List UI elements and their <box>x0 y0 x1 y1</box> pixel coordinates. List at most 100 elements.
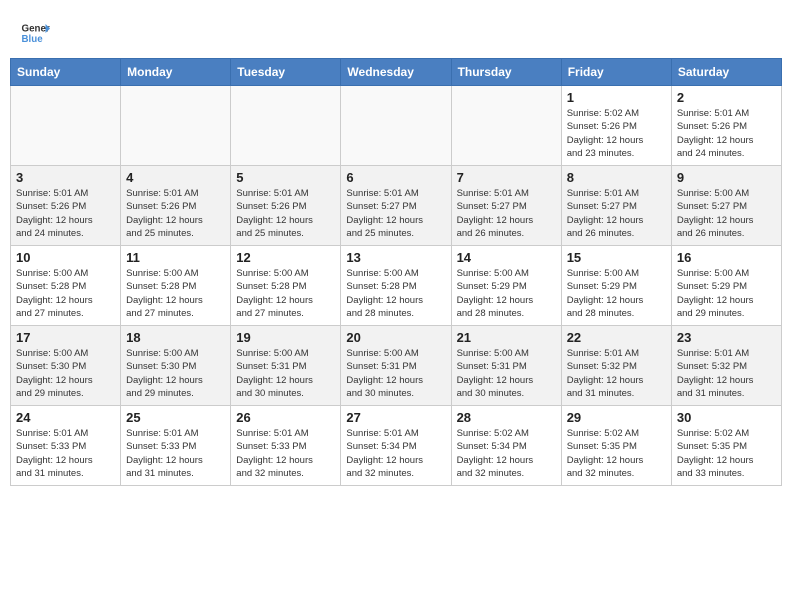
day-detail: Sunrise: 5:01 AM Sunset: 5:32 PM Dayligh… <box>567 347 666 400</box>
day-number: 3 <box>16 170 115 185</box>
weekday-header-thursday: Thursday <box>451 59 561 86</box>
day-number: 22 <box>567 330 666 345</box>
calendar-cell: 8 Sunrise: 5:01 AM Sunset: 5:27 PM Daylig… <box>561 166 671 246</box>
calendar-cell: 4Sunrise: 5:01 AM Sunset: 5:26 PM Daylig… <box>121 166 231 246</box>
day-detail: Sunrise: 5:00 AM Sunset: 5:28 PM Dayligh… <box>346 267 445 320</box>
calendar-cell: 19 Sunrise: 5:00 AM Sunset: 5:31 PM Dayli… <box>231 326 341 406</box>
calendar-cell: 20 Sunrise: 5:00 AM Sunset: 5:31 PM Dayli… <box>341 326 451 406</box>
day-detail: Sunrise: 5:00 AM Sunset: 5:30 PM Dayligh… <box>126 347 225 400</box>
calendar-cell: 28Sunrise: 5:02 AM Sunset: 5:34 PM Dayli… <box>451 406 561 486</box>
day-detail: Sunrise: 5:01 AM Sunset: 5:32 PM Dayligh… <box>677 347 776 400</box>
calendar-cell <box>121 86 231 166</box>
day-number: 2 <box>677 90 776 105</box>
calendar-cell: 14 Sunrise: 5:00 AM Sunset: 5:29 PM Dayli… <box>451 246 561 326</box>
day-detail: Sunrise: 5:01 AM Sunset: 5:26 PM Dayligh… <box>236 187 335 240</box>
day-number: 30 <box>677 410 776 425</box>
day-detail: Sunrise: 5:01 AM Sunset: 5:27 PM Dayligh… <box>567 187 666 240</box>
day-number: 14 <box>457 250 556 265</box>
calendar-cell: 23 Sunrise: 5:01 AM Sunset: 5:32 PM Dayli… <box>671 326 781 406</box>
day-number: 11 <box>126 250 225 265</box>
day-detail: Sunrise: 5:00 AM Sunset: 5:29 PM Dayligh… <box>677 267 776 320</box>
day-number: 19 <box>236 330 335 345</box>
weekday-header-tuesday: Tuesday <box>231 59 341 86</box>
day-number: 23 <box>677 330 776 345</box>
day-detail: Sunrise: 5:00 AM Sunset: 5:29 PM Dayligh… <box>567 267 666 320</box>
calendar-cell: 5Sunrise: 5:01 AM Sunset: 5:26 PM Daylig… <box>231 166 341 246</box>
day-number: 9 <box>677 170 776 185</box>
calendar-table: SundayMondayTuesdayWednesdayThursdayFrid… <box>10 58 782 486</box>
day-number: 26 <box>236 410 335 425</box>
calendar-cell: 6 Sunrise: 5:01 AM Sunset: 5:27 PM Daylig… <box>341 166 451 246</box>
day-number: 25 <box>126 410 225 425</box>
day-detail: Sunrise: 5:01 AM Sunset: 5:26 PM Dayligh… <box>126 187 225 240</box>
calendar-cell: 25Sunrise: 5:01 AM Sunset: 5:33 PM Dayli… <box>121 406 231 486</box>
calendar-cell: 27 Sunrise: 5:01 AM Sunset: 5:34 PM Dayli… <box>341 406 451 486</box>
day-number: 17 <box>16 330 115 345</box>
calendar-cell <box>11 86 121 166</box>
weekday-header-sunday: Sunday <box>11 59 121 86</box>
day-number: 12 <box>236 250 335 265</box>
calendar-week-4: 24 Sunrise: 5:01 AM Sunset: 5:33 PM Dayli… <box>11 406 782 486</box>
calendar-cell: 1 Sunrise: 5:02 AM Sunset: 5:26 PM Daylig… <box>561 86 671 166</box>
day-detail: Sunrise: 5:01 AM Sunset: 5:33 PM Dayligh… <box>16 427 115 480</box>
day-number: 6 <box>346 170 445 185</box>
day-detail: Sunrise: 5:01 AM Sunset: 5:34 PM Dayligh… <box>346 427 445 480</box>
calendar-cell: 30 Sunrise: 5:02 AM Sunset: 5:35 PM Dayli… <box>671 406 781 486</box>
day-detail: Sunrise: 5:01 AM Sunset: 5:27 PM Dayligh… <box>346 187 445 240</box>
calendar-week-0: 1 Sunrise: 5:02 AM Sunset: 5:26 PM Daylig… <box>11 86 782 166</box>
calendar-cell: 15 Sunrise: 5:00 AM Sunset: 5:29 PM Dayli… <box>561 246 671 326</box>
calendar-cell: 29Sunrise: 5:02 AM Sunset: 5:35 PM Dayli… <box>561 406 671 486</box>
calendar-cell: 24 Sunrise: 5:01 AM Sunset: 5:33 PM Dayli… <box>11 406 121 486</box>
weekday-header-friday: Friday <box>561 59 671 86</box>
day-detail: Sunrise: 5:02 AM Sunset: 5:35 PM Dayligh… <box>567 427 666 480</box>
day-number: 8 <box>567 170 666 185</box>
calendar-week-3: 17 Sunrise: 5:00 AM Sunset: 5:30 PM Dayli… <box>11 326 782 406</box>
day-detail: Sunrise: 5:00 AM Sunset: 5:28 PM Dayligh… <box>236 267 335 320</box>
day-number: 7 <box>457 170 556 185</box>
day-detail: Sunrise: 5:00 AM Sunset: 5:31 PM Dayligh… <box>346 347 445 400</box>
day-number: 15 <box>567 250 666 265</box>
day-detail: Sunrise: 5:00 AM Sunset: 5:28 PM Dayligh… <box>126 267 225 320</box>
day-detail: Sunrise: 5:00 AM Sunset: 5:31 PM Dayligh… <box>457 347 556 400</box>
day-detail: Sunrise: 5:00 AM Sunset: 5:27 PM Dayligh… <box>677 187 776 240</box>
calendar-cell: 18 Sunrise: 5:00 AM Sunset: 5:30 PM Dayli… <box>121 326 231 406</box>
day-number: 28 <box>457 410 556 425</box>
day-number: 1 <box>567 90 666 105</box>
calendar-cell: 22 Sunrise: 5:01 AM Sunset: 5:32 PM Dayli… <box>561 326 671 406</box>
day-number: 18 <box>126 330 225 345</box>
weekday-header-wednesday: Wednesday <box>341 59 451 86</box>
day-number: 24 <box>16 410 115 425</box>
calendar-cell: 3Sunrise: 5:01 AM Sunset: 5:26 PM Daylig… <box>11 166 121 246</box>
day-detail: Sunrise: 5:00 AM Sunset: 5:31 PM Dayligh… <box>236 347 335 400</box>
calendar-cell: 9 Sunrise: 5:00 AM Sunset: 5:27 PM Daylig… <box>671 166 781 246</box>
day-number: 27 <box>346 410 445 425</box>
day-number: 13 <box>346 250 445 265</box>
day-detail: Sunrise: 5:00 AM Sunset: 5:28 PM Dayligh… <box>16 267 115 320</box>
calendar-cell: 11 Sunrise: 5:00 AM Sunset: 5:28 PM Dayli… <box>121 246 231 326</box>
day-detail: Sunrise: 5:00 AM Sunset: 5:30 PM Dayligh… <box>16 347 115 400</box>
calendar-cell <box>231 86 341 166</box>
day-number: 20 <box>346 330 445 345</box>
day-detail: Sunrise: 5:01 AM Sunset: 5:27 PM Dayligh… <box>457 187 556 240</box>
day-number: 21 <box>457 330 556 345</box>
calendar-cell: 13 Sunrise: 5:00 AM Sunset: 5:28 PM Dayli… <box>341 246 451 326</box>
calendar-cell: 10 Sunrise: 5:00 AM Sunset: 5:28 PM Dayli… <box>11 246 121 326</box>
calendar-header-row: SundayMondayTuesdayWednesdayThursdayFrid… <box>11 59 782 86</box>
calendar-cell: 21 Sunrise: 5:00 AM Sunset: 5:31 PM Dayli… <box>451 326 561 406</box>
calendar-week-1: 3 Sunrise: 5:01 AM Sunset: 5:26 PM Daylig… <box>11 166 782 246</box>
calendar-cell: 2 Sunrise: 5:01 AM Sunset: 5:26 PM Daylig… <box>671 86 781 166</box>
calendar-week-2: 10 Sunrise: 5:00 AM Sunset: 5:28 PM Dayli… <box>11 246 782 326</box>
day-detail: Sunrise: 5:02 AM Sunset: 5:26 PM Dayligh… <box>567 107 666 160</box>
calendar-cell: 17 Sunrise: 5:00 AM Sunset: 5:30 PM Dayli… <box>11 326 121 406</box>
weekday-header-monday: Monday <box>121 59 231 86</box>
calendar-cell: 7 Sunrise: 5:01 AM Sunset: 5:27 PM Daylig… <box>451 166 561 246</box>
day-detail: Sunrise: 5:00 AM Sunset: 5:29 PM Dayligh… <box>457 267 556 320</box>
page-header: General Blue <box>10 10 782 52</box>
day-number: 10 <box>16 250 115 265</box>
day-detail: Sunrise: 5:01 AM Sunset: 5:26 PM Dayligh… <box>677 107 776 160</box>
calendar-cell <box>341 86 451 166</box>
svg-text:Blue: Blue <box>22 34 44 45</box>
day-number: 16 <box>677 250 776 265</box>
day-detail: Sunrise: 5:02 AM Sunset: 5:35 PM Dayligh… <box>677 427 776 480</box>
day-detail: Sunrise: 5:01 AM Sunset: 5:33 PM Dayligh… <box>236 427 335 480</box>
